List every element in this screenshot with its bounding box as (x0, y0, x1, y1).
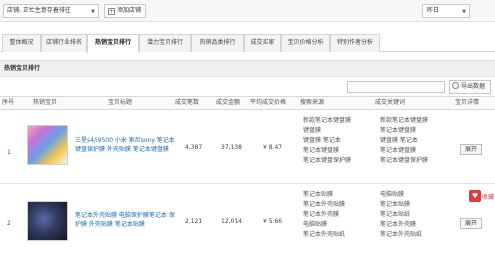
keyword-item: 笔记本外壳贴纸 (303, 231, 346, 238)
deal-keyword-list: 电脑贴膜 笔记本贴膜 笔记本贴纸 笔记本外壳膜 笔记本外壳贴纸 (380, 190, 450, 240)
section-title: 热销宝贝排行 (0, 60, 495, 77)
tab-overview[interactable]: 整体概况 (2, 34, 41, 52)
table-row: 1 三星s4/i9500 小米 索尼sony 笔记本键盘保护膜 外壳贴膜 笔记本… (0, 110, 495, 184)
keyword-item: 笔记本键盘膜 (303, 147, 340, 154)
heart-icon[interactable]: ♥ (469, 190, 481, 202)
keyword-item: 笔记本外壳膜 (380, 221, 417, 228)
shop-select[interactable]: 店铺: 正忙生意存着徘往 ▼ (3, 4, 99, 18)
orders-value: 4,387 (185, 144, 203, 151)
period-select[interactable]: 昨日 ▼ (422, 4, 470, 18)
col-header-deal-keywords: 成交关键词 (375, 99, 406, 106)
keyword-item: 电脑贴膜 (303, 221, 328, 228)
tab-shop-rank[interactable]: 店铺行业排名 (41, 34, 87, 52)
keyword-item: 新款笔记本键盘膜 (303, 117, 352, 124)
expand-details-button[interactable]: 展开 (460, 218, 482, 229)
export-icon (452, 82, 459, 89)
add-shop-button[interactable]: + 添加店铺 (104, 4, 147, 18)
product-thumbnail[interactable] (27, 125, 68, 165)
keyword-item: 笔记本贴纸 (380, 211, 411, 218)
tab-hot-items[interactable]: 热销宝贝排行 (87, 34, 139, 53)
product-title-link[interactable]: 三星s4/i9500 小米 索尼sony 笔记本键盘保护膜 外壳贴膜 笔记本键盘… (75, 136, 178, 154)
keyword-item: 新款笔记本键盘膜 (380, 117, 429, 124)
row-index: 2 (7, 220, 11, 227)
amount-value: 12,014 (221, 218, 242, 225)
keyword-item: 键盘膜 笔记本 (303, 137, 341, 144)
table-header: 序号 热销宝贝 宝贝标题 成交笔数 成交金额 平均成交价格 搜索来源 成交关键词… (0, 96, 495, 110)
row-index: 1 (7, 149, 11, 156)
tab-special-analysis[interactable]: 特别作者分析 (330, 34, 380, 52)
favorite-label[interactable]: 收藏 (482, 192, 494, 201)
keyword-item: 笔记本外壳膜 (303, 211, 340, 218)
export-button[interactable]: 导出数据 (449, 80, 491, 94)
avg-price-value: ¥ 8.47 (263, 144, 283, 151)
shop-select-value: 店铺: 正忙生意存着徘往 (7, 7, 71, 14)
keyword-item: 电脑贴膜 (380, 191, 405, 198)
keyword-item: 笔记本外壳贴膜 (303, 201, 346, 208)
col-header-amount[interactable]: 成交金额 (216, 97, 240, 109)
col-header-orders[interactable]: 成交笔数 (175, 97, 199, 109)
col-header-item: 热销宝贝 (33, 99, 58, 106)
search-input[interactable] (347, 81, 445, 93)
amount-value: 37,138 (221, 144, 242, 151)
tab-potential-items[interactable]: 潜力宝贝排行 (139, 34, 191, 52)
keyword-item: 笔记本键盘保护膜 (303, 157, 352, 164)
add-shop-label: 添加店铺 (117, 7, 142, 14)
col-header-title: 宝贝标题 (108, 99, 133, 106)
keyword-item: 笔记本贴膜 (380, 201, 411, 208)
tab-buyers[interactable]: 成交买家 (244, 34, 281, 52)
col-header-search-source: 搜索来源 (300, 99, 325, 106)
keyword-item: 笔记本贴膜 (303, 191, 334, 198)
chevron-down-icon: ▼ (91, 9, 95, 15)
col-header-avg-price[interactable]: 平均成交价格 (250, 97, 286, 109)
tab-price-analysis[interactable]: 宝贝价格分析 (281, 34, 330, 52)
keyword-item: 键盘膜 (303, 127, 322, 134)
avg-price-value: ¥ 5.66 (263, 218, 283, 225)
chevron-down-icon: ▼ (462, 9, 466, 15)
top-toolbar: 店铺: 正忙生意存着徘往 ▼ + 添加店铺 昨日 ▼ (0, 0, 495, 22)
keyword-item: 笔记本键盘保护膜 (380, 157, 429, 164)
tab-hot-categories[interactable]: 热销品类排行 (191, 34, 244, 52)
search-keyword-list: 笔记本贴膜 笔记本外壳贴膜 笔记本外壳膜 电脑贴膜 笔记本外壳贴纸 (303, 190, 373, 240)
export-label: 导出数据 (461, 83, 486, 90)
col-header-index: 序号 (2, 99, 15, 106)
deal-keyword-list: 新款笔记本键盘膜 笔记本键盘膜 键盘膜 笔记本 笔记本键盘膜 笔记本键盘保护膜 (380, 116, 450, 166)
orders-value: 2,121 (185, 218, 203, 225)
tab-bar: 整体概况 店铺行业排名 热销宝贝排行 潜力宝贝排行 热销品类排行 成交买家 宝贝… (0, 34, 495, 53)
col-header-detail: 宝贝详情 (455, 99, 480, 106)
period-select-value: 昨日 (427, 7, 440, 14)
keyword-item: 键盘膜 笔记本 (380, 137, 418, 144)
keyword-item: 笔记本键盘膜 (380, 127, 417, 134)
plus-icon: + (108, 8, 115, 15)
expand-details-button[interactable]: 展开 (460, 144, 482, 155)
search-keyword-list: 新款笔记本键盘膜 键盘膜 键盘膜 笔记本 笔记本键盘膜 笔记本键盘保护膜 (303, 116, 373, 166)
product-thumbnail[interactable] (27, 201, 68, 241)
table-row: 2 笔记本外壳贴膜 电脑保护膜笔记本 保护膜 外壳贴膜 笔记本贴膜 2,121 … (0, 185, 495, 260)
keyword-item: 笔记本外壳贴纸 (380, 231, 423, 238)
keyword-item: 笔记本键盘膜 (380, 147, 417, 154)
product-title-link[interactable]: 笔记本外壳贴膜 电脑保护膜笔记本 保护膜 外壳贴膜 笔记本贴膜 (75, 211, 178, 229)
